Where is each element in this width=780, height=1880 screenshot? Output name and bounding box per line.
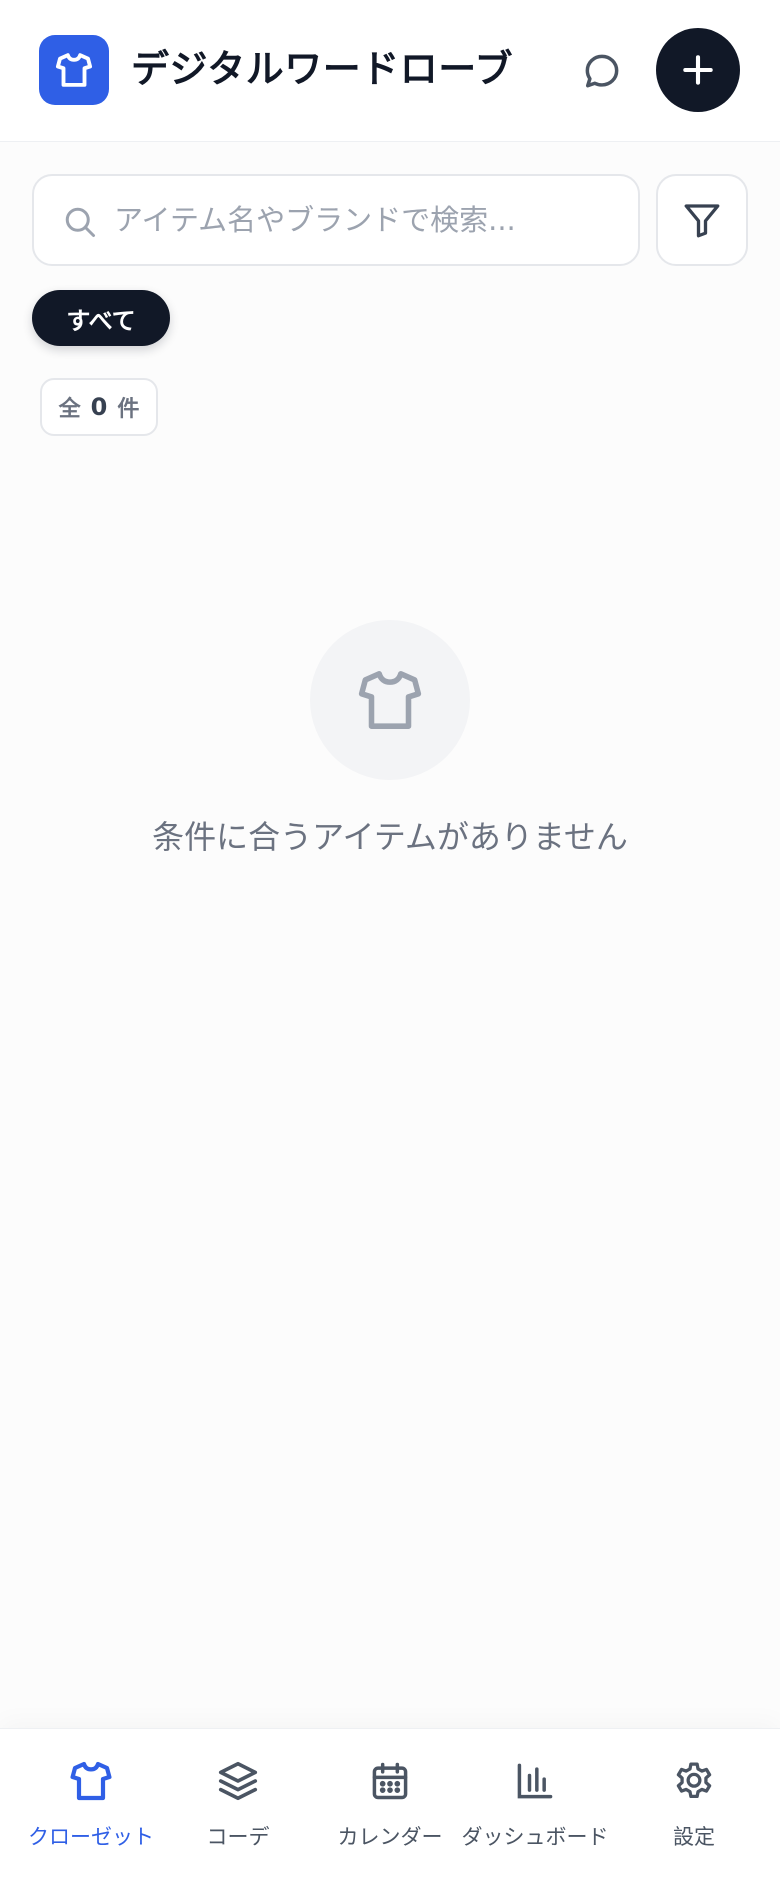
category-chip-all[interactable]: すべて — [32, 290, 170, 346]
count-prefix: 全 — [58, 397, 81, 422]
layers-icon — [218, 1761, 258, 1801]
nav-item-outfits[interactable]: コーデ — [178, 1729, 298, 1880]
search-input[interactable] — [114, 186, 624, 254]
chat-bubble-icon — [585, 54, 619, 88]
shirt-icon — [358, 671, 422, 729]
nav-label-dashboard: ダッシュボード — [461, 1825, 609, 1849]
nav-label-settings: 設定 — [673, 1825, 715, 1849]
nav-item-closet[interactable]: クローゼット — [20, 1729, 162, 1880]
nav-item-dashboard[interactable]: ダッシュボード — [460, 1729, 610, 1880]
count-suffix: 件 — [117, 397, 140, 422]
chat-button[interactable] — [575, 47, 629, 95]
bottom-nav: クローゼット コーデ カレンダー ダッシュボード 設定 — [0, 1728, 780, 1880]
nav-label-outfits: コーデ — [206, 1825, 270, 1849]
nav-label-closet: クローゼット — [28, 1825, 154, 1849]
app-header: デジタルワードローブ — [0, 0, 780, 142]
add-item-button[interactable] — [656, 28, 740, 112]
search-icon — [65, 207, 95, 237]
nav-label-calendar: カレンダー — [337, 1825, 443, 1849]
empty-state-message: 条件に合うアイテムがありません — [152, 818, 628, 856]
count-value: 0 — [90, 393, 108, 421]
nav-item-settings[interactable]: 設定 — [634, 1729, 754, 1880]
plus-icon — [683, 55, 713, 85]
empty-state-illustration — [310, 620, 470, 780]
calendar-icon — [372, 1762, 408, 1800]
app-root: デジタルワードローブ すべて 全 0 件 — [0, 0, 780, 1880]
filter-button[interactable] — [656, 174, 748, 266]
shirt-icon — [70, 1761, 112, 1801]
bar-chart-icon — [517, 1763, 553, 1799]
item-count-badge: 全 0 件 — [40, 378, 158, 436]
app-title: デジタルワードローブ — [131, 47, 513, 91]
filter-icon — [684, 204, 720, 238]
search-box — [32, 174, 640, 266]
shirt-icon — [55, 53, 93, 87]
app-logo[interactable] — [39, 35, 109, 105]
nav-item-calendar[interactable]: カレンダー — [320, 1729, 460, 1880]
gear-icon — [676, 1762, 712, 1799]
